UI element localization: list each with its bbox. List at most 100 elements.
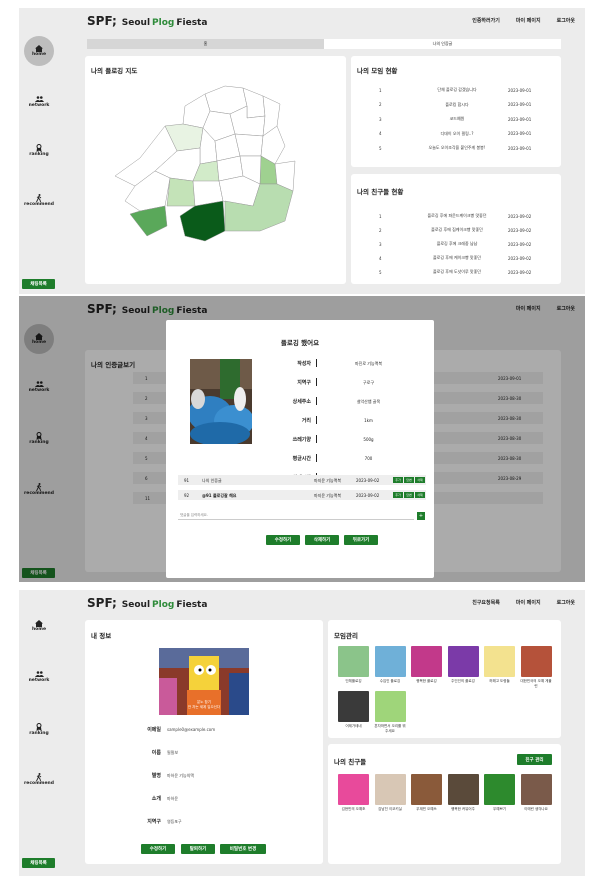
nav-link-logout[interactable]: 로그아웃 xyxy=(557,599,575,606)
friend-label: 행복한 커뮤어주 xyxy=(451,807,475,811)
sidebar-label-home: home xyxy=(31,52,47,57)
meeting-title: 코드예원 xyxy=(449,116,465,121)
field-value: 1km xyxy=(364,418,373,423)
comment-date: 2023-09-02 xyxy=(356,493,380,498)
brand-logo[interactable]: SPF; Seoul Plog Fiesta xyxy=(87,596,207,610)
comment-no: 91 xyxy=(184,478,190,483)
friend-post-title: 플로깅 후에 파운드케이크빵 맛좋던 xyxy=(427,213,487,218)
meeting-row[interactable]: 1 단체 플로깅 갑겠습니다 2023-09-01 xyxy=(351,87,561,93)
comment-delete-button[interactable]: 삭제 xyxy=(415,477,425,483)
comment-row: 91 나의 인증글 마지윤 기능맥북 2023-09-02 추가 답변 삭제 xyxy=(178,475,426,485)
tab-my-posts[interactable]: 나의 인증글 xyxy=(324,39,561,49)
friend-thumbnail[interactable] xyxy=(447,774,479,805)
my-friends-card: 나의 친구들 친구 관리 김현민의 오예조 김남진 이코키실 우재민 오예쓰 행복한 … xyxy=(328,744,561,864)
profile-value: 필필보 xyxy=(167,750,179,755)
comment-reply-button[interactable]: 답변 xyxy=(404,477,414,483)
group-label: 혼자하면서 오리를 뭐주세요 xyxy=(374,724,406,733)
field-divider xyxy=(316,454,317,462)
sidebar-item-recommend[interactable]: recommend xyxy=(19,194,59,207)
group-thumbnail[interactable] xyxy=(374,691,406,722)
comment-add-button[interactable]: 추가 xyxy=(393,477,403,483)
comment-add-button[interactable]: 추가 xyxy=(393,492,403,498)
edit-button[interactable]: 수정하기 xyxy=(266,535,300,545)
home-icon xyxy=(35,45,43,52)
sidebar-item-home[interactable]: home xyxy=(19,619,59,632)
nav-link-logout[interactable]: 로그아웃 xyxy=(557,17,575,24)
seoul-district-map[interactable] xyxy=(85,56,346,284)
withdraw-button[interactable]: 탈퇴하기 xyxy=(181,844,215,854)
friend-thumbnail[interactable] xyxy=(374,774,406,805)
sidebar-label-home: home xyxy=(31,627,47,632)
friend-post-no: 3 xyxy=(379,241,382,247)
chat-list-button[interactable]: 채팅목록 xyxy=(22,279,55,289)
sidebar-item-ranking[interactable]: ranking xyxy=(19,723,59,736)
meeting-title: 디데이 오이 필링..? xyxy=(440,130,474,136)
friend-thumbnail[interactable] xyxy=(411,774,442,805)
comment-author: 마지윤 기능맥북 xyxy=(314,493,342,498)
district-shape[interactable] xyxy=(129,205,168,237)
group-title: 모임관리 xyxy=(334,632,358,640)
friend-post-row[interactable]: 1 플로깅 후에 파운드케이크빵 맛좋던 2023-09-02 xyxy=(351,213,561,219)
brand-logo[interactable]: SPF; Seoul Plog Fiesta xyxy=(87,14,207,28)
sidebar-item-home[interactable]: home xyxy=(19,36,59,66)
group-thumbnail[interactable] xyxy=(338,691,369,722)
sidebar-item-recommend[interactable]: recommend xyxy=(19,773,59,786)
chat-list-button[interactable]: 채팅목록 xyxy=(22,858,55,868)
edit-profile-button[interactable]: 수정하기 xyxy=(141,844,175,854)
group-thumbnail[interactable] xyxy=(338,646,369,677)
comment-reply-button[interactable]: 답변 xyxy=(404,492,414,498)
home-button-circle: home xyxy=(24,36,54,66)
district-shape[interactable] xyxy=(179,200,226,242)
sidebar-label-ranking: ranking xyxy=(29,152,49,157)
comment-no: 92 xyxy=(184,493,190,498)
sidebar-item-network[interactable]: network xyxy=(19,670,59,683)
sidebar: home network ranking recommend 채팅목록 xyxy=(19,590,59,876)
modal-title: 플로깅 했어요 xyxy=(280,339,320,347)
nav-link-friend-requests[interactable]: 친구요청목록 xyxy=(472,599,500,606)
friend-post-title: 플로깅 후에 집케이크빵 맛좋던 xyxy=(431,227,483,232)
group-thumbnail[interactable] xyxy=(520,646,552,677)
sidebar-item-ranking[interactable]: ranking xyxy=(19,144,59,157)
nav-link-certify[interactable]: 인증하러가기 xyxy=(472,17,500,24)
sidebar-label-recommend: recommend xyxy=(24,781,54,786)
district-shape[interactable] xyxy=(166,177,196,207)
friend-post-row[interactable]: 2 플로깅 후에 집케이크빵 맛좋던 2023-09-02 xyxy=(351,227,561,233)
friend-thumbnail[interactable] xyxy=(338,774,369,805)
delete-button[interactable]: 삭제하기 xyxy=(305,535,339,545)
my-meetings-card: 나의 모임 현황 1 단체 플로깅 갑겠습니다 2023-09-01 2 플로킹 합시다… xyxy=(351,56,561,167)
field-value: 마진로 기능맥북 xyxy=(354,361,383,366)
post-detail-modal: 플로깅 했어요 작성자 마진로 기능맥북 지역구 구로구 상세주소 설악산뱀 골목 거리 1k… xyxy=(166,320,434,578)
friend-thumbnail[interactable] xyxy=(484,774,515,805)
nav-link-mypage[interactable]: 마이 페이지 xyxy=(516,17,541,24)
back-button[interactable]: 뒤로가기 xyxy=(344,535,378,545)
friend-post-title: 플로깅 후에 도넛이루 맛좋던 xyxy=(433,269,481,274)
district-shape[interactable] xyxy=(234,133,264,157)
tab-home[interactable]: 홈 xyxy=(87,39,324,49)
profile-label: 이메일 xyxy=(147,727,161,733)
group-thumbnail[interactable] xyxy=(484,646,515,677)
comment-input[interactable]: 댓글을 입력하세요. xyxy=(178,512,414,520)
meeting-row[interactable]: 3 코드예원 2023-09-01 xyxy=(351,116,561,122)
add-comment-button[interactable]: + xyxy=(417,512,425,520)
friend-post-row[interactable]: 3 플로깅 후에 크레중 냠냠 2023-09-02 xyxy=(351,241,561,247)
sidebar-item-network[interactable]: network xyxy=(19,95,59,108)
meeting-row[interactable]: 4 디데이 오이 필링..? 2023-09-01 xyxy=(351,131,561,137)
nav-link-mypage[interactable]: 마이 페이지 xyxy=(516,599,541,606)
top-navigation: SPF; Seoul Plog Fiesta 인증하러가기 마이 페이지 로그아… xyxy=(59,8,585,34)
group-thumbnail[interactable] xyxy=(447,646,479,677)
group-thumbnail[interactable] xyxy=(374,646,406,677)
comment-delete-button[interactable]: 삭제 xyxy=(415,492,425,498)
group-management-card: 모임관리 단체플로깅 수입인 플로깅 행복한 플로깅 주인인의 플로깅 허해고 도령들 대… xyxy=(328,620,561,738)
meeting-row[interactable]: 2 플로킹 합시다 2023-09-01 xyxy=(351,102,561,108)
comment-date: 2023-09-02 xyxy=(356,478,380,483)
meeting-row[interactable]: 5 오늘도 오이조각을 붙인주게 봉봉! 2023-09-01 xyxy=(351,145,561,151)
friends-activity-card: 나의 친구들 현황 1 플로깅 후에 파운드케이크빵 맛좋던 2023-09-02 2… xyxy=(351,174,561,284)
friend-post-row[interactable]: 4 플로깅 후에 케이크빵 맛좋던 2023-09-02 xyxy=(351,255,561,261)
field-value: 700 xyxy=(364,456,373,461)
group-thumbnail[interactable] xyxy=(411,646,442,677)
friend-thumbnail[interactable] xyxy=(520,774,552,805)
change-password-button[interactable]: 비밀번호 변경 xyxy=(220,844,266,854)
friend-post-row[interactable]: 5 플로깅 후에 도넛이루 맛좋던 2023-09-02 xyxy=(351,269,561,275)
comment-actions: 추가 답변 삭제 xyxy=(392,477,425,483)
manage-friends-button[interactable]: 친구 관리 xyxy=(517,754,552,765)
